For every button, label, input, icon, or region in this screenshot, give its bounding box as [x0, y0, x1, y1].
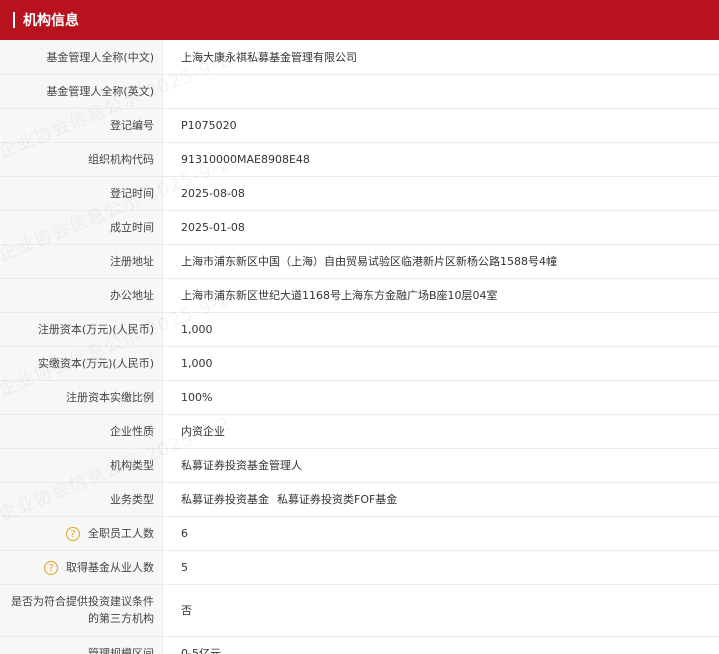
- row-name-en: 基金管理人全称(英文): [0, 74, 719, 109]
- label-qualified-staff-text: 取得基金从业人数: [66, 561, 154, 574]
- row-fulltime-staff: ? 全职员工人数 6: [0, 516, 719, 551]
- business-type-item: 私募证券投资基金: [181, 493, 269, 506]
- value-fulltime-staff: 6: [162, 516, 719, 551]
- value-registration-date: 2025-08-08: [162, 176, 719, 211]
- value-registered-address: 上海市浦东新区中国（上海）自由贸易试验区临港新片区新杨公路1588号4幢: [162, 244, 719, 279]
- label-office-address: 办公地址: [0, 278, 163, 313]
- value-aum-range: 0-5亿元: [162, 636, 719, 654]
- label-paid-capital: 实缴资本(万元)(人民币): [0, 346, 163, 381]
- value-name-cn: 上海大康永祺私募基金管理有限公司: [162, 40, 719, 75]
- value-registered-capital: 1,000: [162, 312, 719, 347]
- value-paid-capital: 1,000: [162, 346, 719, 381]
- row-institution-type: 机构类型 私募证券投资基金管理人: [0, 448, 719, 483]
- row-org-code: 组织机构代码 91310000MAE8908E48: [0, 142, 719, 177]
- label-third-party-advisor-line1: 是否为符合提供投资建议条件: [11, 595, 154, 608]
- business-type-item: 私募证券投资类FOF基金: [277, 493, 398, 506]
- header-accent-bar: [13, 12, 15, 28]
- row-office-address: 办公地址 上海市浦东新区世纪大道1168号上海东方金融广场B座10层04室: [0, 278, 719, 313]
- row-aum-range: 管理规模区间 0-5亿元: [0, 636, 719, 654]
- row-paid-ratio: 注册资本实缴比例 100%: [0, 380, 719, 415]
- label-paid-ratio: 注册资本实缴比例: [0, 380, 163, 415]
- value-paid-ratio: 100%: [162, 380, 719, 415]
- label-org-code: 组织机构代码: [0, 142, 163, 177]
- row-registered-address: 注册地址 上海市浦东新区中国（上海）自由贸易试验区临港新片区新杨公路1588号4…: [0, 244, 719, 279]
- value-third-party-advisor: 否: [162, 584, 719, 637]
- row-business-type: 业务类型 私募证券投资基金 私募证券投资类FOF基金: [0, 482, 719, 517]
- section-title: 机构信息: [23, 13, 79, 29]
- label-registration-no: 登记编号: [0, 108, 163, 143]
- label-founding-date: 成立时间: [0, 210, 163, 245]
- label-aum-range: 管理规模区间: [0, 636, 163, 654]
- institution-info-page: 机构信息 基金管理人全称(中文) 上海大康永祺私募基金管理有限公司 基金管理人全…: [0, 0, 719, 654]
- info-table: 基金管理人全称(中文) 上海大康永祺私募基金管理有限公司 基金管理人全称(英文)…: [0, 40, 719, 654]
- label-third-party-advisor: 是否为符合提供投资建议条件 的第三方机构: [0, 584, 163, 637]
- value-qualified-staff: 5: [162, 550, 719, 585]
- value-enterprise-nature: 内资企业: [162, 414, 719, 449]
- row-registration-no: 登记编号 P1075020: [0, 108, 719, 143]
- label-registration-date: 登记时间: [0, 176, 163, 211]
- row-registered-capital: 注册资本(万元)(人民币) 1,000: [0, 312, 719, 347]
- label-fulltime-staff: ? 全职员工人数: [0, 516, 163, 551]
- value-founding-date: 2025-01-08: [162, 210, 719, 245]
- label-enterprise-nature: 企业性质: [0, 414, 163, 449]
- value-institution-type: 私募证券投资基金管理人: [162, 448, 719, 483]
- value-business-type: 私募证券投资基金 私募证券投资类FOF基金: [162, 482, 719, 517]
- help-icon[interactable]: ?: [44, 561, 58, 575]
- section-header: 机构信息: [0, 0, 719, 40]
- label-fulltime-staff-text: 全职员工人数: [88, 527, 154, 540]
- value-office-address: 上海市浦东新区世纪大道1168号上海东方金融广场B座10层04室: [162, 278, 719, 313]
- label-business-type: 业务类型: [0, 482, 163, 517]
- row-registration-date: 登记时间 2025-08-08: [0, 176, 719, 211]
- label-institution-type: 机构类型: [0, 448, 163, 483]
- value-org-code: 91310000MAE8908E48: [162, 142, 719, 177]
- help-icon[interactable]: ?: [66, 527, 80, 541]
- row-qualified-staff: ? 取得基金从业人数 5: [0, 550, 719, 585]
- row-third-party-advisor: 是否为符合提供投资建议条件 的第三方机构 否: [0, 584, 719, 637]
- value-name-en: [162, 74, 719, 109]
- row-paid-capital: 实缴资本(万元)(人民币) 1,000: [0, 346, 719, 381]
- label-name-cn: 基金管理人全称(中文): [0, 40, 163, 75]
- value-registration-no: P1075020: [162, 108, 719, 143]
- label-qualified-staff: ? 取得基金从业人数: [0, 550, 163, 585]
- row-name-cn: 基金管理人全称(中文) 上海大康永祺私募基金管理有限公司: [0, 40, 719, 75]
- label-name-en: 基金管理人全称(英文): [0, 74, 163, 109]
- label-registered-address: 注册地址: [0, 244, 163, 279]
- row-enterprise-nature: 企业性质 内资企业: [0, 414, 719, 449]
- row-founding-date: 成立时间 2025-01-08: [0, 210, 719, 245]
- label-third-party-advisor-line2: 的第三方机构: [88, 612, 154, 625]
- label-registered-capital: 注册资本(万元)(人民币): [0, 312, 163, 347]
